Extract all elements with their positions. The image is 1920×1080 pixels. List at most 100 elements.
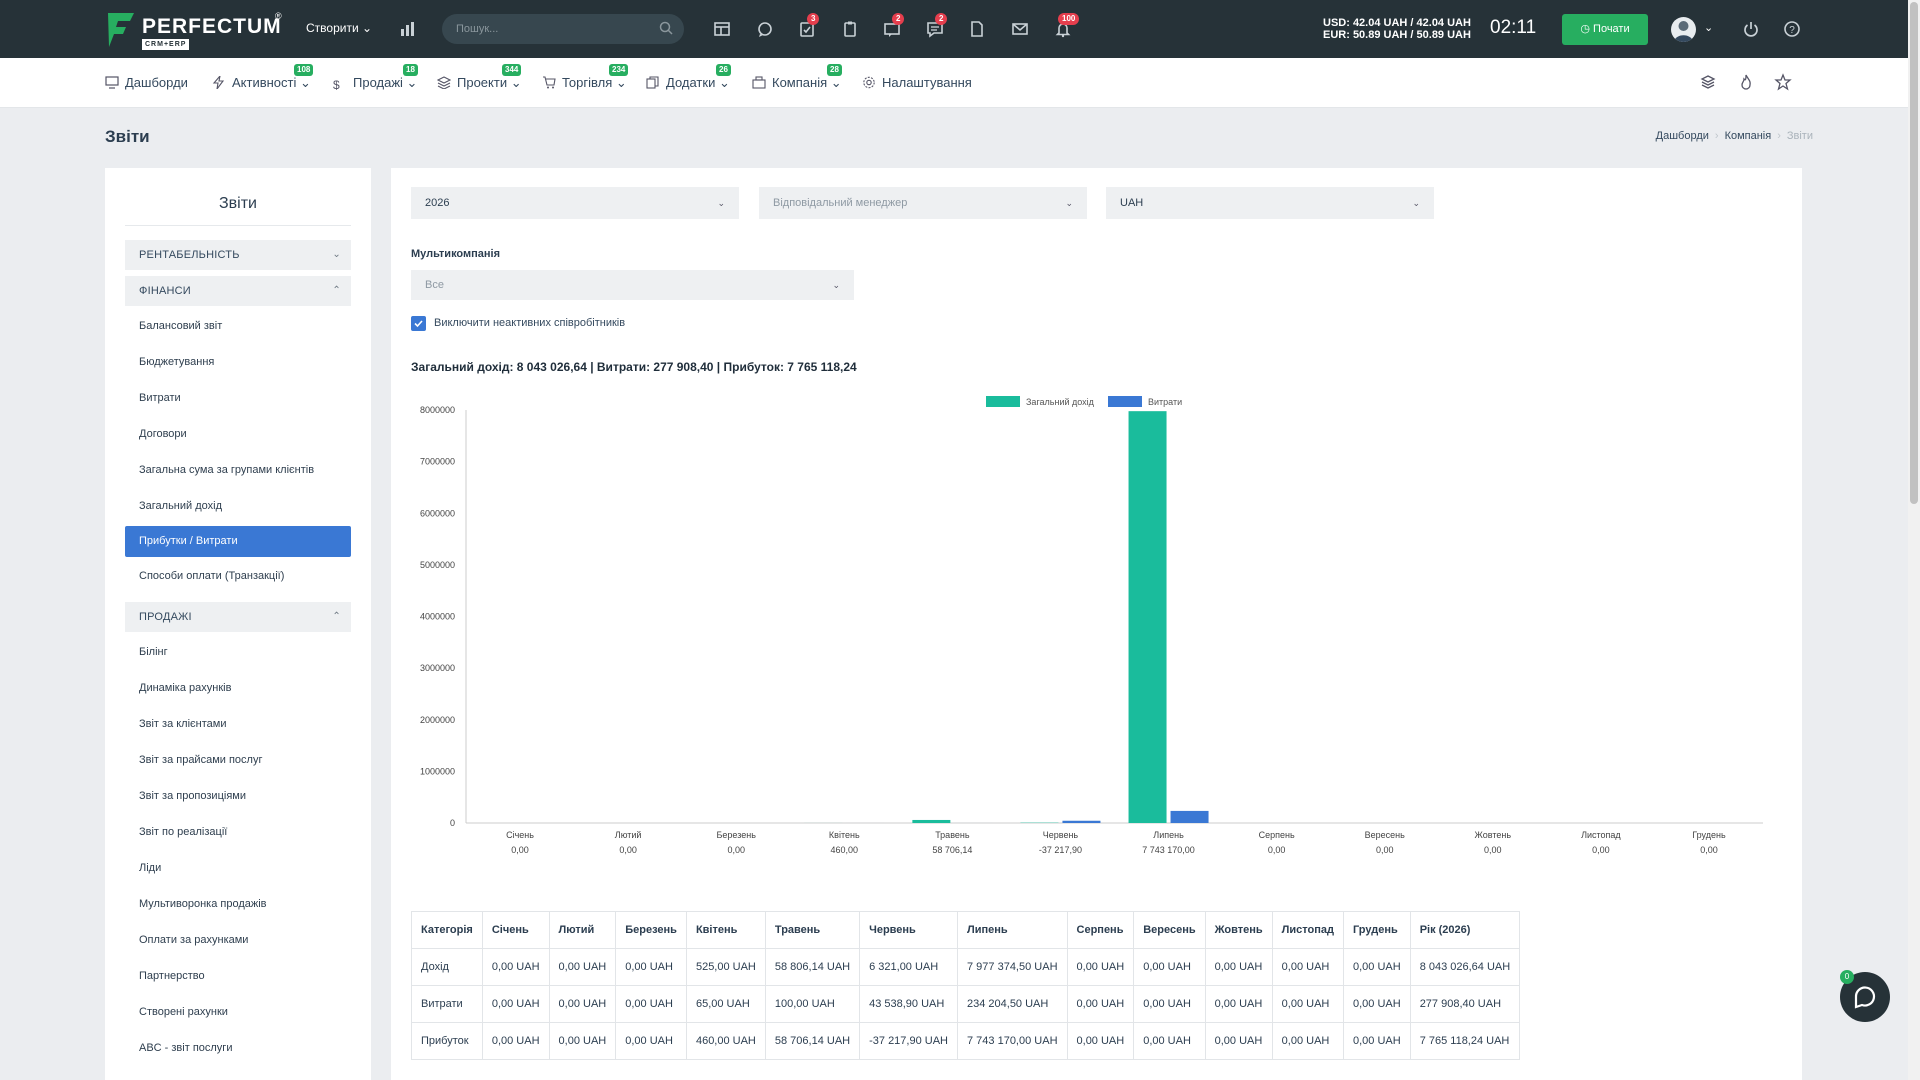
x-tick-label: Грудень <box>1692 830 1726 840</box>
chevron-down-icon: ⌄ <box>615 75 627 90</box>
table-header: Лютий <box>548 911 617 949</box>
breadcrumb-link[interactable]: Дашборди <box>1656 130 1709 142</box>
logo[interactable]: PERFECTUM ® CRM+ERP <box>106 11 291 51</box>
check-icon <box>412 317 425 330</box>
nav-item-activities[interactable]: Активності ⌄ 108 <box>212 64 314 91</box>
sidebar-link[interactable]: Загальна сума за групами клієнтів <box>139 464 314 476</box>
sidebar-link[interactable]: Ліди <box>139 862 161 874</box>
sidebar-link[interactable]: Партнерство <box>139 970 205 982</box>
layers-icon[interactable] <box>1699 73 1717 91</box>
nav-item-trade[interactable]: Торгівля ⌄ 234 <box>542 64 629 91</box>
sidebar-link[interactable]: Мультиворонка продажів <box>139 898 267 910</box>
table-cell: 7 743 170,00 UAH <box>957 1022 1068 1060</box>
nav-item-company[interactable]: Компанія ⌄ 28 <box>752 64 842 91</box>
sidebar-link-active[interactable]: Прибутки / Витрати <box>125 526 351 557</box>
table-cell: 0,00 UAH <box>1133 948 1206 986</box>
exclude-inactive-checkbox[interactable] <box>411 316 426 331</box>
breadcrumb-link[interactable]: Компанія <box>1725 130 1772 142</box>
help-icon[interactable]: ? <box>1779 16 1805 42</box>
multicompany-select[interactable]: Все ⌄ <box>411 270 854 300</box>
sidebar-link[interactable]: Білінг <box>139 646 168 658</box>
table-icon[interactable] <box>709 16 735 42</box>
x-tick-sublabel: 0,00 <box>619 845 637 855</box>
manager-select[interactable]: Відповідальний менеджер ⌄ <box>759 187 1087 219</box>
currency-select[interactable]: UAH ⌄ <box>1106 187 1434 219</box>
clipboard-icon[interactable] <box>837 16 863 42</box>
table-row: Дохід 0,00 UAH 0,00 UAH 0,00 UAH 525,00 … <box>411 948 1521 986</box>
create-menu-button[interactable]: Створити ⌄ <box>306 21 372 35</box>
search-input[interactable] <box>456 20 646 38</box>
logo-text: PERFECTUM <box>142 15 282 38</box>
x-tick-sublabel: 0,00 <box>1484 845 1502 855</box>
divider <box>125 225 351 226</box>
flame-icon[interactable] <box>1737 73 1755 91</box>
year-select[interactable]: 2026 ⌄ <box>411 187 739 219</box>
table-cell: 0,00 UAH <box>1204 948 1273 986</box>
stats-icon[interactable] <box>395 16 421 42</box>
chat-icon[interactable]: 2 <box>922 13 948 42</box>
nav-item-sales[interactable]: $ Продажі ⌄ 18 <box>333 64 418 92</box>
sidebar-link[interactable]: Звіт за прайсами послуг <box>139 754 262 766</box>
table-header: Січень <box>481 911 550 949</box>
exclude-inactive-label[interactable]: Виключити неактивних співробітників <box>434 317 625 329</box>
tasks-icon[interactable]: 3 <box>794 13 820 42</box>
x-tick-label: Жовтень <box>1475 830 1512 840</box>
sidebar-link[interactable]: Бюджетування <box>139 356 214 368</box>
sidebar-link[interactable]: Звіт за клієнтами <box>139 718 226 730</box>
sidebar-group-profitability[interactable]: РЕНТАБЕЛЬНІСТЬ ⌄ <box>125 240 351 270</box>
logo-registered: ® <box>275 11 282 21</box>
table-cell: 0,00 UAH <box>481 1022 550 1060</box>
search-box[interactable] <box>442 14 684 44</box>
sidebar-link[interactable]: Способи оплати (Транзакції) <box>139 570 284 582</box>
table-cell: 0,00 UAH <box>1204 985 1273 1023</box>
sidebar-link[interactable]: Витрати <box>139 392 181 404</box>
messages-icon[interactable]: 2 <box>879 13 905 42</box>
gear-icon <box>863 76 875 89</box>
sidebar-link[interactable]: ABC - звіт послуги <box>139 1042 232 1054</box>
sidebar-link[interactable]: Оплати за рахунками <box>139 934 248 946</box>
table-cell: 0,00 UAH <box>615 985 687 1023</box>
page-scrollbar[interactable] <box>1908 0 1920 1080</box>
chevron-down-icon: ⌄ <box>332 249 341 260</box>
clock-icon: ◷ <box>1580 23 1590 35</box>
bell-icon[interactable]: 100 <box>1050 13 1080 42</box>
sidebar-group-sales[interactable]: ПРОДАЖІ ⌃ <box>125 602 351 632</box>
support-chat-button[interactable]: 0 <box>1840 970 1890 1022</box>
user-menu-chevron-icon[interactable]: ⌄ <box>1704 21 1713 34</box>
bar <box>912 819 951 823</box>
chevron-down-icon: ⌄ <box>832 280 840 290</box>
sidebar-link[interactable]: Загальний дохід <box>139 500 222 512</box>
chevron-down-icon: ⌄ <box>1065 198 1073 208</box>
building-icon <box>752 76 766 89</box>
power-icon[interactable] <box>1738 16 1764 42</box>
table-cell: Витрати <box>411 985 483 1023</box>
nav-item-addons[interactable]: Додатки ⌄ 26 <box>646 64 731 91</box>
document-icon[interactable] <box>964 16 990 42</box>
nav-label: Активності <box>232 75 297 90</box>
start-timer-button[interactable]: ◷ Почати <box>1562 14 1648 45</box>
chevron-down-icon: ⌄ <box>717 198 725 208</box>
currency-usd: USD: 42.04 UAH / 42.04 UAH <box>1323 17 1471 29</box>
sidebar-link[interactable]: Балансовий звіт <box>139 320 222 332</box>
nav-item-settings[interactable]: Налаштування <box>862 75 972 90</box>
sidebar-link[interactable]: Динаміка рахунків <box>139 682 231 694</box>
comment-icon[interactable] <box>752 16 778 42</box>
nav-item-dashboards[interactable]: Дашборди <box>105 75 188 90</box>
legend-label: Загальний дохід <box>1026 397 1095 407</box>
chevron-down-icon: ⌄ <box>300 75 311 90</box>
scrollbar-thumb[interactable] <box>1910 2 1918 504</box>
table-cell: 58 806,14 UAH <box>764 948 861 986</box>
sidebar-group-finance[interactable]: ФІНАНСИ ⌃ <box>125 276 351 306</box>
monthly-table: Категорія Січень Лютий Березень Квітень … <box>411 911 1521 1060</box>
nav-item-projects[interactable]: Проекти ⌄ 344 <box>437 64 522 91</box>
mail-icon[interactable] <box>1007 16 1033 42</box>
star-icon[interactable] <box>1774 73 1792 91</box>
start-label: Почати <box>1593 23 1630 35</box>
chevron-down-icon: ⌄ <box>1412 198 1420 208</box>
avatar[interactable] <box>1671 17 1696 42</box>
sidebar-link[interactable]: Звіт по реалізації <box>139 826 227 838</box>
sidebar-link[interactable]: Створені рахунки <box>139 1006 228 1018</box>
sidebar-link[interactable]: Договори <box>139 428 187 440</box>
table-cell: 525,00 UAH <box>685 948 766 986</box>
sidebar-link[interactable]: Звіт за пропозиціями <box>139 790 246 802</box>
